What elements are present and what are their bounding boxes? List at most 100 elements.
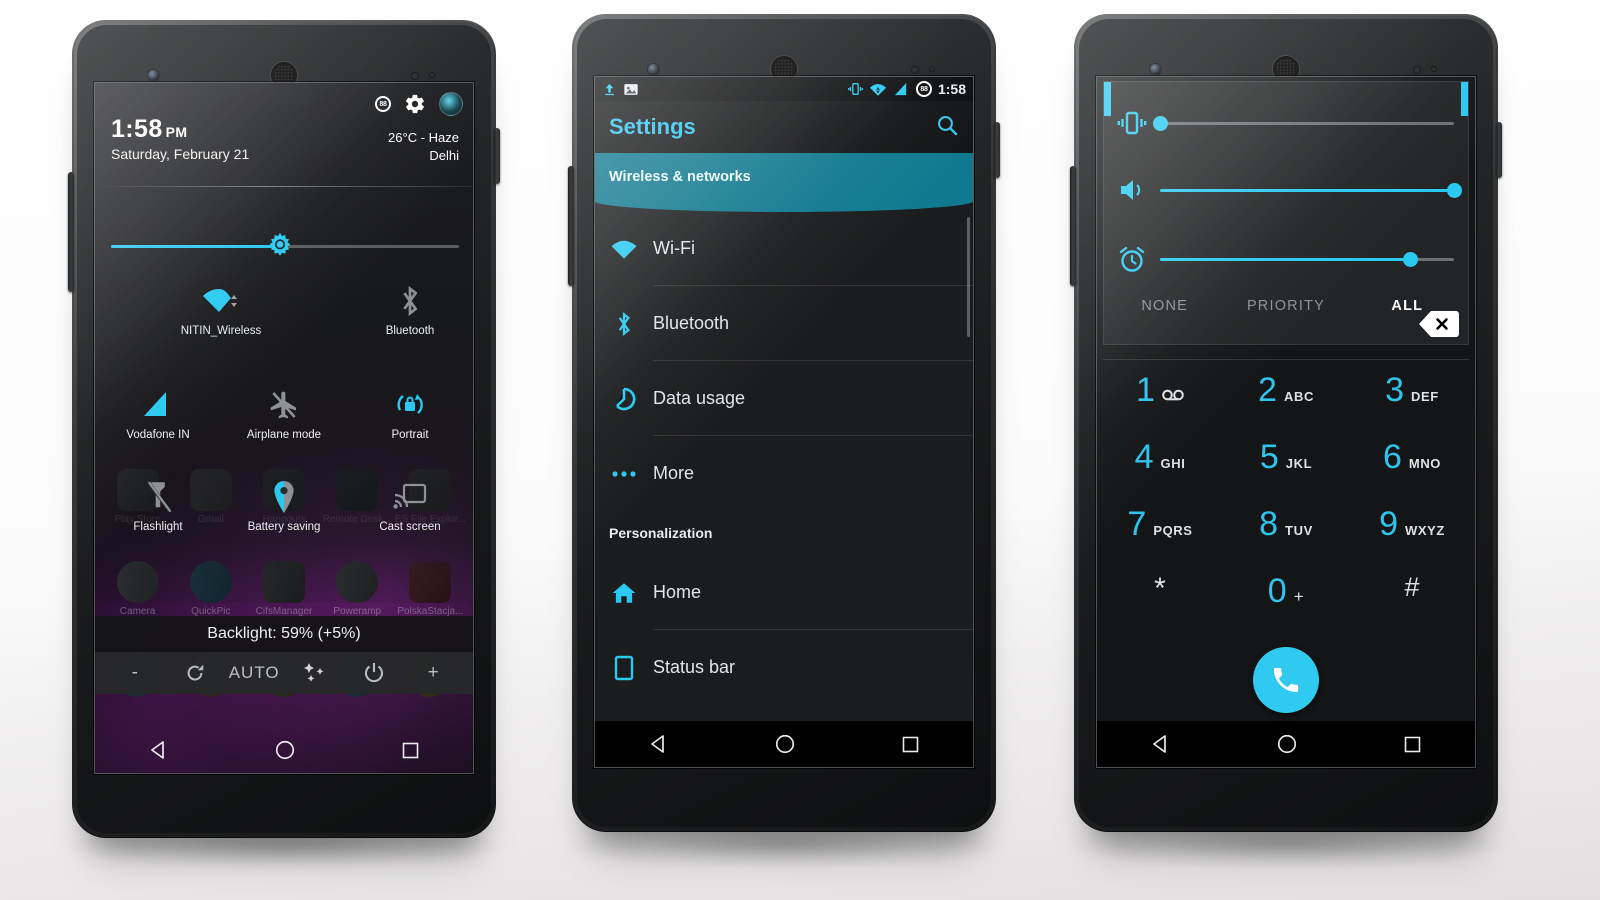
shade-clock: 1:58 PM Saturday, February 21 xyxy=(111,115,249,162)
zen-mode-row: NONE PRIORITY ALL xyxy=(1104,298,1468,314)
battery-icon: 88 xyxy=(915,81,932,97)
power-button[interactable] xyxy=(994,122,1000,178)
vibrate-icon xyxy=(1104,108,1160,138)
home-circle-icon[interactable] xyxy=(774,733,796,755)
key-letters: JKL xyxy=(1285,456,1313,471)
tile-cast-screen[interactable]: Cast screen xyxy=(347,475,473,533)
dialpad-key-3[interactable]: 3 DEF xyxy=(1349,373,1475,440)
page-title: Settings xyxy=(609,114,696,139)
key-digit: 6 xyxy=(1382,438,1402,476)
settings-row-data-usage[interactable]: Data usage xyxy=(595,361,973,436)
settings-row-home[interactable]: Home xyxy=(595,555,973,630)
brightness-knob-icon[interactable] xyxy=(267,233,293,259)
call-button[interactable] xyxy=(1253,647,1319,713)
volume-slider-media[interactable] xyxy=(1104,176,1468,204)
dialpad-key-star[interactable]: * xyxy=(1097,574,1223,641)
tile-bluetooth[interactable]: Bluetooth xyxy=(347,279,473,337)
dialer-root: NONE PRIORITY ALL 1 2 ABC 3 DEF 4 GHI 5 … xyxy=(1097,77,1475,767)
section-label: Wireless & networks xyxy=(609,169,751,185)
zen-mode-priority[interactable]: PRIORITY xyxy=(1225,298,1346,314)
avatar[interactable] xyxy=(439,92,463,116)
settings-row-bluetooth[interactable]: Bluetooth xyxy=(595,286,973,361)
alarm-icon xyxy=(1104,244,1160,274)
recents-square-icon[interactable] xyxy=(900,734,921,755)
backlight-decrease-button[interactable]: - xyxy=(105,662,165,684)
power-icon[interactable] xyxy=(344,661,404,685)
tile-wifi[interactable]: NITIN_Wireless xyxy=(95,279,347,337)
dialpad-key-5[interactable]: 5 JKL xyxy=(1223,440,1349,507)
stars-icon[interactable] xyxy=(284,662,344,684)
dialpad-key-2[interactable]: 2 ABC xyxy=(1223,373,1349,440)
wifi-icon xyxy=(869,83,887,96)
settings-row-label: Data usage xyxy=(653,388,746,408)
tile-mobile-network[interactable]: Vodafone IN xyxy=(95,383,221,441)
search-icon[interactable] xyxy=(935,113,959,142)
home-circle-icon[interactable] xyxy=(274,739,296,761)
battery-icon: 88 xyxy=(375,96,391,112)
settings-row-wifi[interactable]: Wi-Fi xyxy=(595,211,973,286)
key-letters: MNO xyxy=(1408,456,1442,471)
slider-knob[interactable] xyxy=(1153,115,1168,131)
recents-square-icon[interactable] xyxy=(400,740,421,761)
settings-list: Wi-Fi Bluetooth Data usage More Personal… xyxy=(595,211,973,705)
home-circle-icon[interactable] xyxy=(1276,733,1298,755)
dialpad-key-7[interactable]: 7 PQRS xyxy=(1097,507,1223,574)
tile-rotation[interactable]: Portrait xyxy=(347,383,473,441)
dialpad-key-1[interactable]: 1 xyxy=(1097,373,1223,440)
volume-rocker-button[interactable] xyxy=(1070,166,1076,286)
dialpad-key-0[interactable]: 0 + xyxy=(1223,574,1349,641)
close-icon xyxy=(1436,318,1448,330)
tile-label: Flashlight xyxy=(133,521,183,533)
tile-label: Portrait xyxy=(391,429,429,441)
tile-airplane-mode[interactable]: Airplane mode xyxy=(221,383,347,441)
tile-battery-saving[interactable]: Battery saving xyxy=(221,475,347,533)
zen-mode-none[interactable]: NONE xyxy=(1104,298,1225,314)
status-bar-right: 88 1:58 xyxy=(848,81,966,97)
bluetooth-icon xyxy=(595,310,653,338)
bluetooth-icon xyxy=(347,279,473,323)
backlight-auto-button[interactable]: AUTO xyxy=(224,663,284,683)
volume-slider-ringer[interactable] xyxy=(1104,108,1468,138)
dialpad-key-9[interactable]: 9 WXYZ xyxy=(1349,507,1475,574)
brightness-slider[interactable] xyxy=(95,231,473,261)
screen-1: Play Store Gmail Hangouts Remote Desk...… xyxy=(95,83,473,773)
back-icon[interactable] xyxy=(647,732,671,756)
dialpad-key-hash[interactable]: # xyxy=(1349,574,1475,641)
scrollbar[interactable] xyxy=(967,217,970,337)
dialpad-key-4[interactable]: 4 GHI xyxy=(1097,440,1223,507)
gear-icon[interactable] xyxy=(404,93,426,115)
key-digit: 8 xyxy=(1259,505,1279,543)
settings-row-more[interactable]: More xyxy=(595,436,973,511)
volume-rocker-button[interactable] xyxy=(568,166,574,286)
phone-device-3: NONE PRIORITY ALL 1 2 ABC 3 DEF 4 GHI 5 … xyxy=(1070,14,1502,832)
volume-panel: NONE PRIORITY ALL xyxy=(1103,81,1469,345)
three-phone-showcase: Play Store Gmail Hangouts Remote Desk...… xyxy=(0,0,1600,900)
back-icon[interactable] xyxy=(1149,732,1173,756)
back-icon[interactable] xyxy=(147,738,171,762)
status-bar: 88 1:58 xyxy=(595,77,973,101)
tile-label: Bluetooth xyxy=(385,325,435,337)
signal-icon xyxy=(95,383,221,427)
refresh-icon[interactable] xyxy=(165,662,225,684)
screen-3: NONE PRIORITY ALL 1 2 ABC 3 DEF 4 GHI 5 … xyxy=(1097,77,1475,767)
slider-knob[interactable] xyxy=(1402,251,1418,267)
tile-flashlight[interactable]: Flashlight xyxy=(95,475,221,533)
airplane-off-icon xyxy=(221,383,347,427)
recents-square-icon[interactable] xyxy=(1402,734,1423,755)
slider-knob[interactable] xyxy=(1447,182,1462,198)
slider-fill xyxy=(1160,257,1410,261)
phone-device-2: 88 1:58 Settings Wireless & networks Wi-… xyxy=(568,14,1000,832)
navigation-bar xyxy=(595,721,973,767)
weather-widget[interactable]: 26°C - Haze Delhi xyxy=(388,129,459,165)
volume-rocker-button[interactable] xyxy=(68,172,74,292)
power-button[interactable] xyxy=(1496,122,1502,178)
volume-slider-alarm[interactable] xyxy=(1104,244,1468,274)
backlight-text: Backlight: 59% (+5%) xyxy=(207,625,361,642)
backlight-increase-button[interactable]: + xyxy=(403,662,463,684)
power-button[interactable] xyxy=(494,128,500,184)
dialpad-key-6[interactable]: 6 MNO xyxy=(1349,440,1475,507)
screen-2: 88 1:58 Settings Wireless & networks Wi-… xyxy=(595,77,973,767)
slider-track xyxy=(1153,115,1454,131)
settings-row-status-bar[interactable]: Status bar xyxy=(595,630,973,705)
dialpad-key-8[interactable]: 8 TUV xyxy=(1223,507,1349,574)
